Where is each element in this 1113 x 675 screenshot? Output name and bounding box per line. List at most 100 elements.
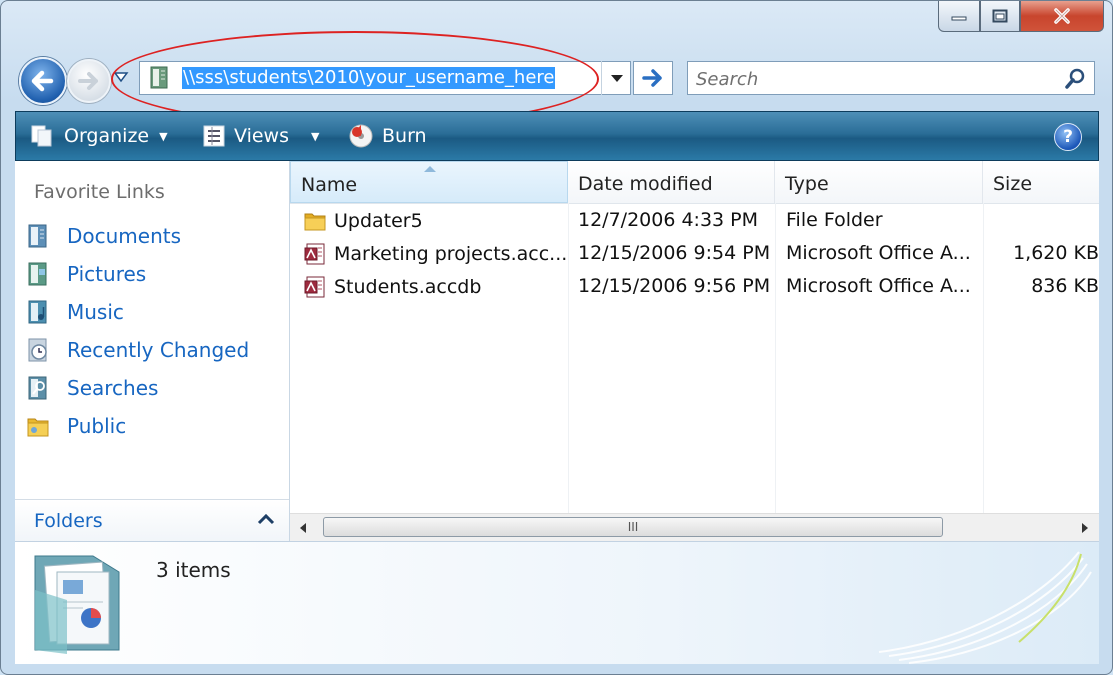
caption-buttons bbox=[938, 1, 1104, 35]
nav-link-label: Public bbox=[67, 414, 127, 438]
file-list: Name Date modified Type Size Updater5 12… bbox=[290, 161, 1099, 541]
table-row[interactable]: Marketing projects.acc... 12/15/2006 9:5… bbox=[290, 238, 1099, 271]
scroll-right-arrow-icon[interactable] bbox=[1080, 522, 1090, 534]
column-header-row: Name Date modified Type Size bbox=[290, 161, 1099, 204]
chevron-down-icon bbox=[113, 72, 129, 83]
search-icon[interactable] bbox=[1064, 68, 1086, 90]
minimize-button[interactable] bbox=[938, 1, 980, 32]
scrollbar-grip: III bbox=[627, 520, 639, 534]
date-modified-cell: 12/15/2006 9:54 PM bbox=[578, 242, 771, 264]
column-header-name[interactable]: Name bbox=[290, 161, 568, 203]
burn-label: Burn bbox=[382, 125, 427, 147]
nav-link-documents[interactable]: Documents bbox=[25, 221, 181, 251]
address-bar[interactable]: \\sss\students\2010\your_username_here bbox=[139, 61, 631, 95]
column-header-label: Date modified bbox=[578, 173, 713, 195]
pictures-icon bbox=[25, 261, 51, 287]
nav-link-label: Documents bbox=[67, 224, 182, 248]
size-cell: 836 KB bbox=[1031, 275, 1099, 297]
nav-link-public[interactable]: Public bbox=[25, 411, 126, 441]
horizontal-scrollbar[interactable]: III bbox=[290, 513, 1099, 541]
burn-disc-icon bbox=[349, 124, 373, 148]
nav-link-pictures[interactable]: Pictures bbox=[25, 259, 146, 289]
nav-link-label: Music bbox=[67, 300, 124, 324]
address-dropdown-button[interactable] bbox=[601, 61, 632, 95]
column-header-label: Name bbox=[301, 174, 358, 196]
folders-label: Folders bbox=[34, 510, 103, 532]
file-name-cell: Marketing projects.acc... bbox=[304, 242, 568, 266]
nav-link-searches[interactable]: Searches bbox=[25, 373, 158, 403]
go-button[interactable] bbox=[633, 61, 673, 95]
table-row[interactable]: Updater5 12/7/2006 4:33 PM File Folder bbox=[290, 205, 1099, 238]
chevron-down-icon: ▼ bbox=[311, 129, 320, 143]
column-header-date[interactable]: Date modified bbox=[568, 161, 775, 203]
help-icon[interactable]: ? bbox=[1054, 123, 1082, 151]
favorite-links-title: Favorite Links bbox=[34, 181, 165, 203]
network-folder-icon bbox=[150, 66, 168, 89]
arrow-right-icon bbox=[78, 72, 98, 90]
chevron-down-icon bbox=[611, 75, 623, 82]
column-header-type[interactable]: Type bbox=[775, 161, 983, 203]
column-header-size[interactable]: Size bbox=[983, 161, 1099, 203]
documents-icon bbox=[25, 223, 51, 249]
folder-preview-icon bbox=[34, 555, 120, 654]
date-modified-cell: 12/15/2006 9:56 PM bbox=[578, 275, 771, 297]
type-cell: Microsoft Office A... bbox=[786, 275, 971, 297]
nav-link-music[interactable]: Music bbox=[25, 297, 124, 327]
back-button[interactable] bbox=[19, 57, 67, 105]
file-name-cell: Students.accdb bbox=[304, 275, 568, 299]
recent-pages-dropdown[interactable] bbox=[113, 69, 129, 88]
organize-button[interactable]: Organize ▼ bbox=[30, 122, 168, 150]
chevron-down-icon: ▼ bbox=[159, 129, 168, 143]
views-label: Views bbox=[234, 125, 289, 147]
folders-toggle[interactable]: Folders bbox=[15, 499, 289, 542]
searches-icon bbox=[25, 375, 51, 401]
chevron-up-icon bbox=[257, 513, 275, 525]
nav-link-label: Searches bbox=[67, 376, 159, 400]
sort-ascending-icon bbox=[424, 166, 436, 172]
minimize-icon bbox=[951, 16, 967, 21]
access-db-icon bbox=[304, 242, 326, 266]
type-cell: Microsoft Office A... bbox=[786, 242, 971, 264]
close-button[interactable] bbox=[1020, 1, 1104, 32]
recently-changed-icon bbox=[25, 337, 51, 363]
decorative-swoosh bbox=[878, 551, 1092, 664]
organize-icon bbox=[31, 125, 52, 147]
scrollbar-thumb[interactable]: III bbox=[323, 517, 943, 537]
file-name: Students.accdb bbox=[334, 276, 482, 298]
access-db-icon bbox=[304, 275, 326, 299]
command-bar: Organize ▼ Views ▼ Burn ? bbox=[15, 111, 1099, 161]
item-count: 3 items bbox=[156, 558, 231, 582]
table-row[interactable]: Students.accdb 12/15/2006 9:56 PM Micros… bbox=[290, 271, 1099, 304]
arrow-left-icon bbox=[31, 70, 54, 92]
file-name: Marketing projects.acc... bbox=[334, 243, 568, 265]
type-cell: File Folder bbox=[786, 209, 883, 231]
go-arrow-icon bbox=[642, 69, 662, 87]
column-header-label: Type bbox=[785, 173, 829, 195]
address-path[interactable]: \\sss\students\2010\your_username_here bbox=[182, 67, 556, 89]
views-button[interactable]: Views ▼ bbox=[202, 122, 319, 150]
search-box[interactable] bbox=[687, 61, 1095, 95]
maximize-button[interactable] bbox=[980, 1, 1020, 32]
folder-icon bbox=[304, 209, 326, 233]
burn-button[interactable]: Burn bbox=[348, 122, 427, 150]
details-pane: 3 items bbox=[15, 541, 1099, 664]
views-icon bbox=[203, 125, 225, 147]
music-icon bbox=[25, 299, 51, 325]
close-icon bbox=[1054, 8, 1070, 24]
public-folder-icon bbox=[25, 413, 51, 439]
date-modified-cell: 12/7/2006 4:33 PM bbox=[578, 209, 759, 231]
scroll-left-arrow-icon[interactable] bbox=[298, 522, 308, 534]
file-name-cell: Updater5 bbox=[304, 209, 568, 233]
organize-label: Organize bbox=[64, 125, 150, 147]
nav-link-recently-changed[interactable]: Recently Changed bbox=[25, 335, 249, 365]
forward-button[interactable] bbox=[67, 59, 111, 103]
nav-link-label: Recently Changed bbox=[67, 338, 250, 362]
column-header-label: Size bbox=[993, 173, 1033, 195]
nav-link-label: Pictures bbox=[67, 262, 147, 286]
explorer-window: \\sss\students\2010\your_username_here O… bbox=[0, 0, 1113, 675]
size-cell: 1,620 KB bbox=[1013, 242, 1099, 264]
maximize-icon bbox=[992, 9, 1008, 23]
search-input[interactable] bbox=[694, 67, 1058, 91]
navigation-pane: Favorite Links Documents Pictures Music … bbox=[15, 161, 290, 542]
file-name: Updater5 bbox=[334, 210, 423, 232]
